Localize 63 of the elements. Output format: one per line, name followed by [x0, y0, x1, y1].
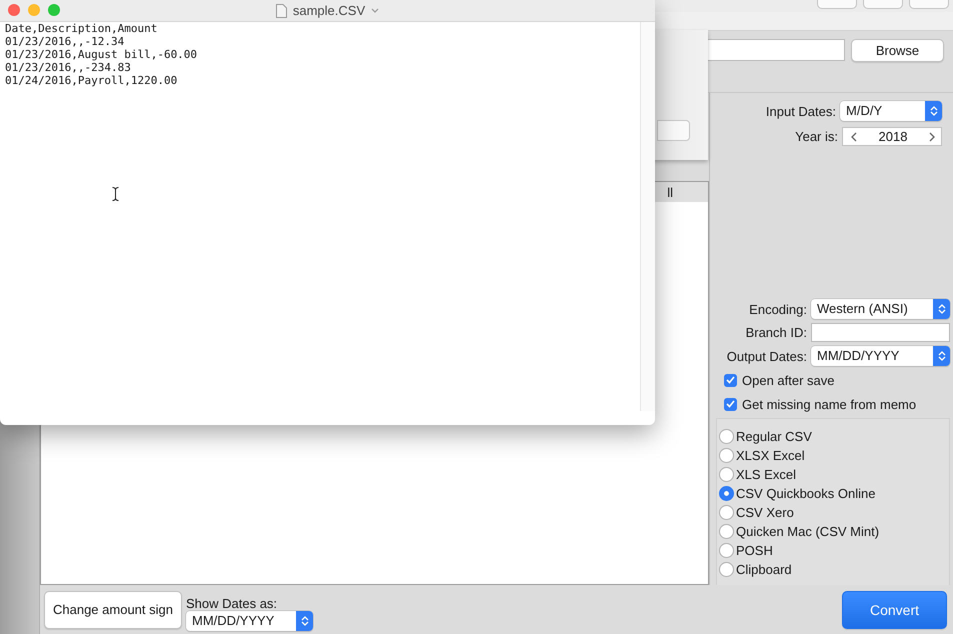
radio-label: Clipboard: [736, 562, 792, 577]
radio-button[interactable]: [719, 448, 734, 463]
browse-button[interactable]: Browse: [851, 39, 944, 62]
radio-button[interactable]: [719, 505, 734, 520]
dropdown[interactable]: MM/DD/YYYY: [811, 346, 950, 366]
text-line: 01/23/2016,August bill,-60.00: [5, 48, 198, 61]
input-field[interactable]: [811, 323, 950, 342]
radio-button[interactable]: [719, 562, 734, 577]
radio-button[interactable]: [719, 429, 734, 444]
field-label: Output Dates:: [726, 348, 807, 364]
radio-button[interactable]: [719, 486, 734, 501]
dropdown[interactable]: MM/DD/YYYY: [186, 610, 313, 630]
radio-label: Regular CSV: [736, 429, 812, 444]
field-label: Show Dates as:: [186, 596, 278, 610]
text-line: 01/23/2016,,-234.83: [5, 61, 131, 74]
zoom-button[interactable]: [48, 4, 60, 16]
text-line: Date,Description,Amount: [5, 22, 158, 35]
document-icon: [276, 4, 287, 18]
radio-label: Quicken Mac (CSV Mint): [736, 524, 880, 539]
chevron-right-icon: [928, 132, 935, 142]
input-field[interactable]: [657, 120, 690, 141]
field-label: Branch ID:: [746, 325, 807, 340]
checkmark-icon: [726, 400, 735, 408]
year-value: 2018: [878, 129, 908, 144]
checkbox-label: Open after save: [742, 372, 834, 388]
checkbox[interactable]: [724, 374, 737, 386]
dropdown[interactable]: M/D/Y: [840, 101, 942, 121]
table-cell: ll: [667, 184, 673, 200]
checkbox[interactable]: [724, 398, 737, 410]
radio-label: CSV Quickbooks Online: [736, 486, 876, 501]
close-button[interactable]: [8, 4, 20, 16]
chevron-updown-icon: [300, 614, 308, 626]
chevron-updown-icon: [930, 105, 938, 117]
convert-button[interactable]: Convert: [842, 590, 947, 628]
field-label: Encoding:: [749, 302, 807, 316]
toolbar-button[interactable]: [863, 0, 903, 9]
chevron-down-icon: [371, 8, 380, 13]
field-label: Year is:: [795, 129, 838, 144]
dropdown[interactable]: Western (ANSI): [811, 299, 950, 319]
text-area[interactable]: Date,Description,Amount 01/23/2016,,-12.34 01/23/2016,August bill,-60.00 01/23/2016,,-234.83 01/24/2016,Payroll,1220.00: [0, 22, 640, 411]
window-title: sample.CSV: [292, 3, 366, 18]
radio-button[interactable]: [719, 543, 734, 558]
checkbox-label: Get missing name from memo: [742, 396, 916, 412]
radio-button[interactable]: [719, 467, 734, 482]
minimize-button[interactable]: [28, 4, 40, 16]
radio-label: CSV Xero: [736, 505, 794, 520]
field-label: Input Dates:: [766, 104, 836, 118]
change-sign-button[interactable]: Change amount sign: [44, 590, 182, 628]
chevron-left-icon: [851, 132, 857, 142]
radio-label: XLSX Excel: [736, 448, 805, 463]
chevron-updown-icon: [938, 303, 946, 315]
year-stepper[interactable]: 2018: [842, 127, 942, 146]
chevron-updown-icon: [938, 350, 946, 362]
checkmark-icon: [726, 376, 735, 384]
path-field[interactable]: [706, 39, 845, 61]
radio-label: XLS Excel: [736, 467, 796, 482]
text-cursor-icon: [112, 187, 119, 201]
text-line: 01/24/2016,Payroll,1220.00: [5, 74, 178, 87]
toolbar-button[interactable]: [817, 0, 857, 9]
radio-label: POSH: [736, 543, 773, 558]
toolbar-button[interactable]: [909, 0, 949, 9]
text-line: 01/23/2016,,-12.34: [5, 35, 124, 48]
radio-button[interactable]: [719, 524, 734, 539]
